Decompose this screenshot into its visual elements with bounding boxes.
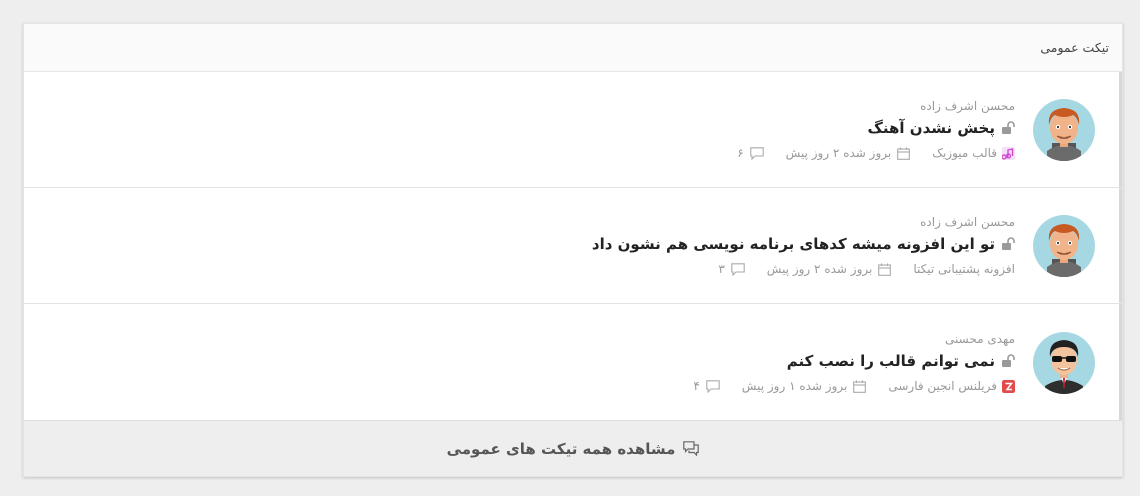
ticket-updated: بروز شده ۲ روز پیش [766,262,873,276]
avatar [1033,214,1095,277]
view-all-label: مشاهده همه تیکت های عمومی [446,439,676,458]
music-template-icon [1002,146,1015,160]
ticket-comment-count: ۴ [693,379,700,393]
ticket-product[interactable]: قالب میوزیک [932,146,997,160]
comments-icon [683,441,700,456]
ticket-updated: بروز شده ۱ روز پیش [741,379,848,393]
ticket-list: محسن اشرف زاده پخش نشدن آهنگ قالب میوزیک… [24,72,1122,421]
unlock-icon [1002,354,1015,367]
avatar [1033,331,1095,394]
calendar-icon [853,380,867,393]
comment-icon [731,262,745,276]
ticket-title[interactable]: پخش نشدن آهنگ [868,119,995,137]
view-all-public-tickets-button[interactable]: مشاهده همه تیکت های عمومی [24,420,1122,476]
ticket-title[interactable]: تو این افزونه میشه کدهای برنامه نویسی هم… [592,235,995,253]
ticket-item[interactable]: مهدی محسنی نمی توانم قالب را نصب کنم فری… [24,304,1122,421]
ticket-comment-count: ۶ [737,146,744,160]
public-tickets-panel: تیکت عمومی محسن اشرف زاده پخش نشدن آهنگ … [23,23,1123,477]
calendar-icon [897,147,911,160]
comment-icon [749,146,764,160]
ticket-item[interactable]: محسن اشرف زاده پخش نشدن آهنگ قالب میوزیک… [24,72,1122,188]
ticket-item[interactable]: محسن اشرف زاده تو این افزونه میشه کدهای … [24,188,1122,304]
ticket-author: محسن اشرف زاده [920,99,1015,113]
avatar [1033,98,1095,161]
freelance-engine-icon [1002,379,1015,393]
ticket-product[interactable]: افزونه پشتیبانی تیکتا [913,262,1015,276]
comment-icon [706,379,720,393]
ticket-author: محسن اشرف زاده [920,215,1015,229]
ticket-updated: بروز شده ۲ روز پیش [785,146,892,160]
calendar-icon [878,263,892,276]
ticket-comment-count: ۳ [718,262,725,276]
panel-header: تیکت عمومی [24,24,1122,72]
unlock-icon [1002,237,1015,250]
panel-title: تیکت عمومی [1040,40,1109,55]
ticket-author: مهدی محسنی [945,332,1015,346]
ticket-title[interactable]: نمی توانم قالب را نصب کنم [787,352,995,370]
unlock-icon [1002,121,1015,134]
ticket-product[interactable]: فریلنس انجین فارسی [888,379,997,393]
